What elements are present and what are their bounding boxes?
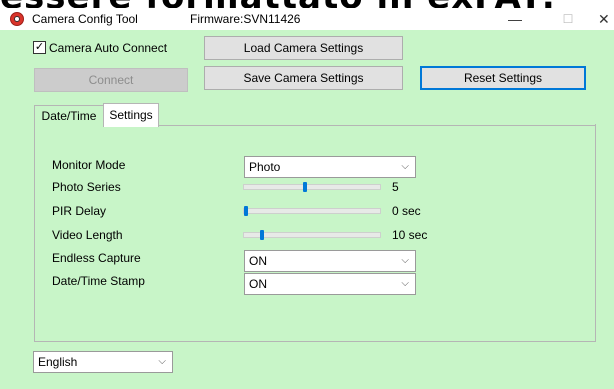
endless-capture-value: ON xyxy=(249,254,267,268)
chevron-down-icon: ⌵ xyxy=(401,255,409,266)
datetime-stamp-value: ON xyxy=(249,277,267,291)
monitor-mode-label: Monitor Mode xyxy=(52,158,126,172)
photo-series-value: 5 xyxy=(392,180,399,194)
monitor-mode-value: Photo xyxy=(249,160,281,174)
maximize-icon[interactable]: ☐ xyxy=(548,8,588,30)
camera-app-icon xyxy=(10,12,24,26)
endless-capture-label: Endless Capture xyxy=(52,251,141,265)
app-window: Camera Config Tool Firmware:SVN11426 — ☐… xyxy=(0,8,614,389)
settings-tab-panel: Monitor Mode Photo ⌵ Photo Series 5 PIR … xyxy=(34,124,596,342)
auto-connect-checkbox[interactable]: ✓ xyxy=(33,41,46,54)
pir-delay-slider-thumb[interactable] xyxy=(244,206,248,216)
datetime-stamp-label: Date/Time Stamp xyxy=(52,274,145,288)
chevron-down-icon: ⌵ xyxy=(401,161,409,172)
connect-button[interactable]: Connect xyxy=(34,68,188,92)
close-icon[interactable]: ✕ xyxy=(598,8,614,30)
reset-settings-button[interactable]: Reset Settings xyxy=(420,66,586,90)
chevron-down-icon: ⌵ xyxy=(401,278,409,289)
load-settings-button[interactable]: Load Camera Settings xyxy=(204,36,403,60)
auto-connect-label[interactable]: Camera Auto Connect xyxy=(49,40,167,56)
minimize-icon[interactable]: — xyxy=(495,8,535,30)
chevron-down-icon: ⌵ xyxy=(158,356,166,367)
datetime-stamp-select[interactable]: ON ⌵ xyxy=(244,273,416,295)
save-settings-button[interactable]: Save Camera Settings xyxy=(204,66,403,90)
video-length-label: Video Length xyxy=(52,228,123,242)
photo-series-slider[interactable] xyxy=(243,182,381,192)
pir-delay-value: 0 sec xyxy=(392,204,421,218)
language-select[interactable]: English ⌵ xyxy=(33,351,173,373)
pir-delay-label: PIR Delay xyxy=(52,204,107,218)
firmware-label: Firmware:SVN11426 xyxy=(190,12,301,26)
window-title: Camera Config Tool xyxy=(32,12,138,26)
monitor-mode-select[interactable]: Photo ⌵ xyxy=(244,156,416,178)
video-length-slider-thumb[interactable] xyxy=(259,230,264,240)
video-length-slider[interactable] xyxy=(243,230,381,240)
photo-series-slider-thumb[interactable] xyxy=(303,182,308,192)
language-value: English xyxy=(38,355,78,369)
title-bar[interactable]: Camera Config Tool Firmware:SVN11426 — ☐… xyxy=(0,8,614,30)
pir-delay-slider[interactable] xyxy=(243,206,381,216)
endless-capture-select[interactable]: ON ⌵ xyxy=(244,250,416,272)
photo-series-label: Photo Series xyxy=(52,180,121,194)
video-length-value: 10 sec xyxy=(392,228,428,242)
